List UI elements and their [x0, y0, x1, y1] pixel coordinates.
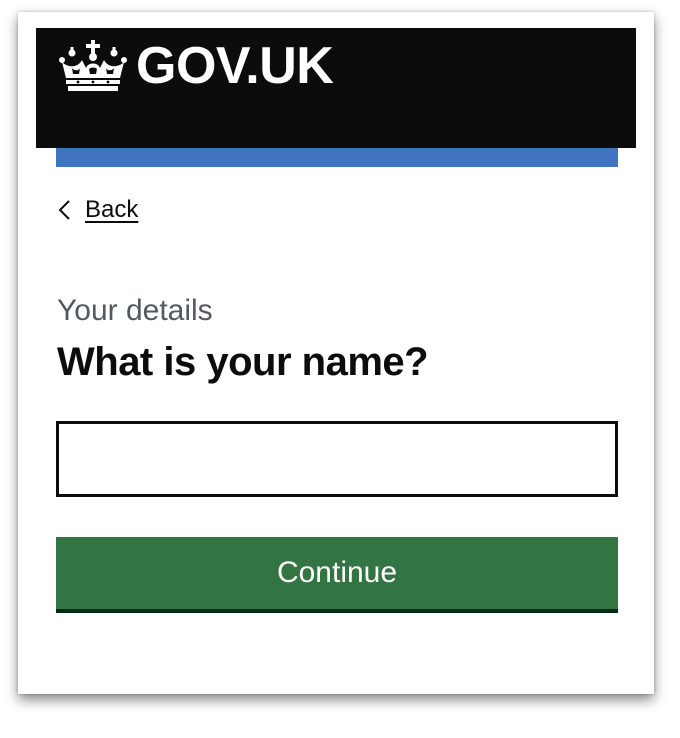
logo-text: GOV.UK [136, 37, 334, 95]
back-link-label: Back [85, 196, 139, 223]
back-link[interactable]: Back [58, 196, 138, 224]
page-heading: What is your name? [57, 340, 429, 384]
page-caption: Your details [57, 294, 213, 327]
site-header: GOV.UK [36, 28, 636, 148]
name-input[interactable] [56, 421, 618, 497]
crown-icon [59, 40, 127, 91]
page-frame: GOV.UK Back Your details What is your na… [18, 12, 654, 694]
header-accent-bar [56, 148, 618, 167]
govuk-logo-link[interactable]: GOV.UK [58, 37, 334, 95]
continue-button[interactable]: Continue [56, 537, 618, 613]
chevron-left-icon [58, 200, 70, 220]
